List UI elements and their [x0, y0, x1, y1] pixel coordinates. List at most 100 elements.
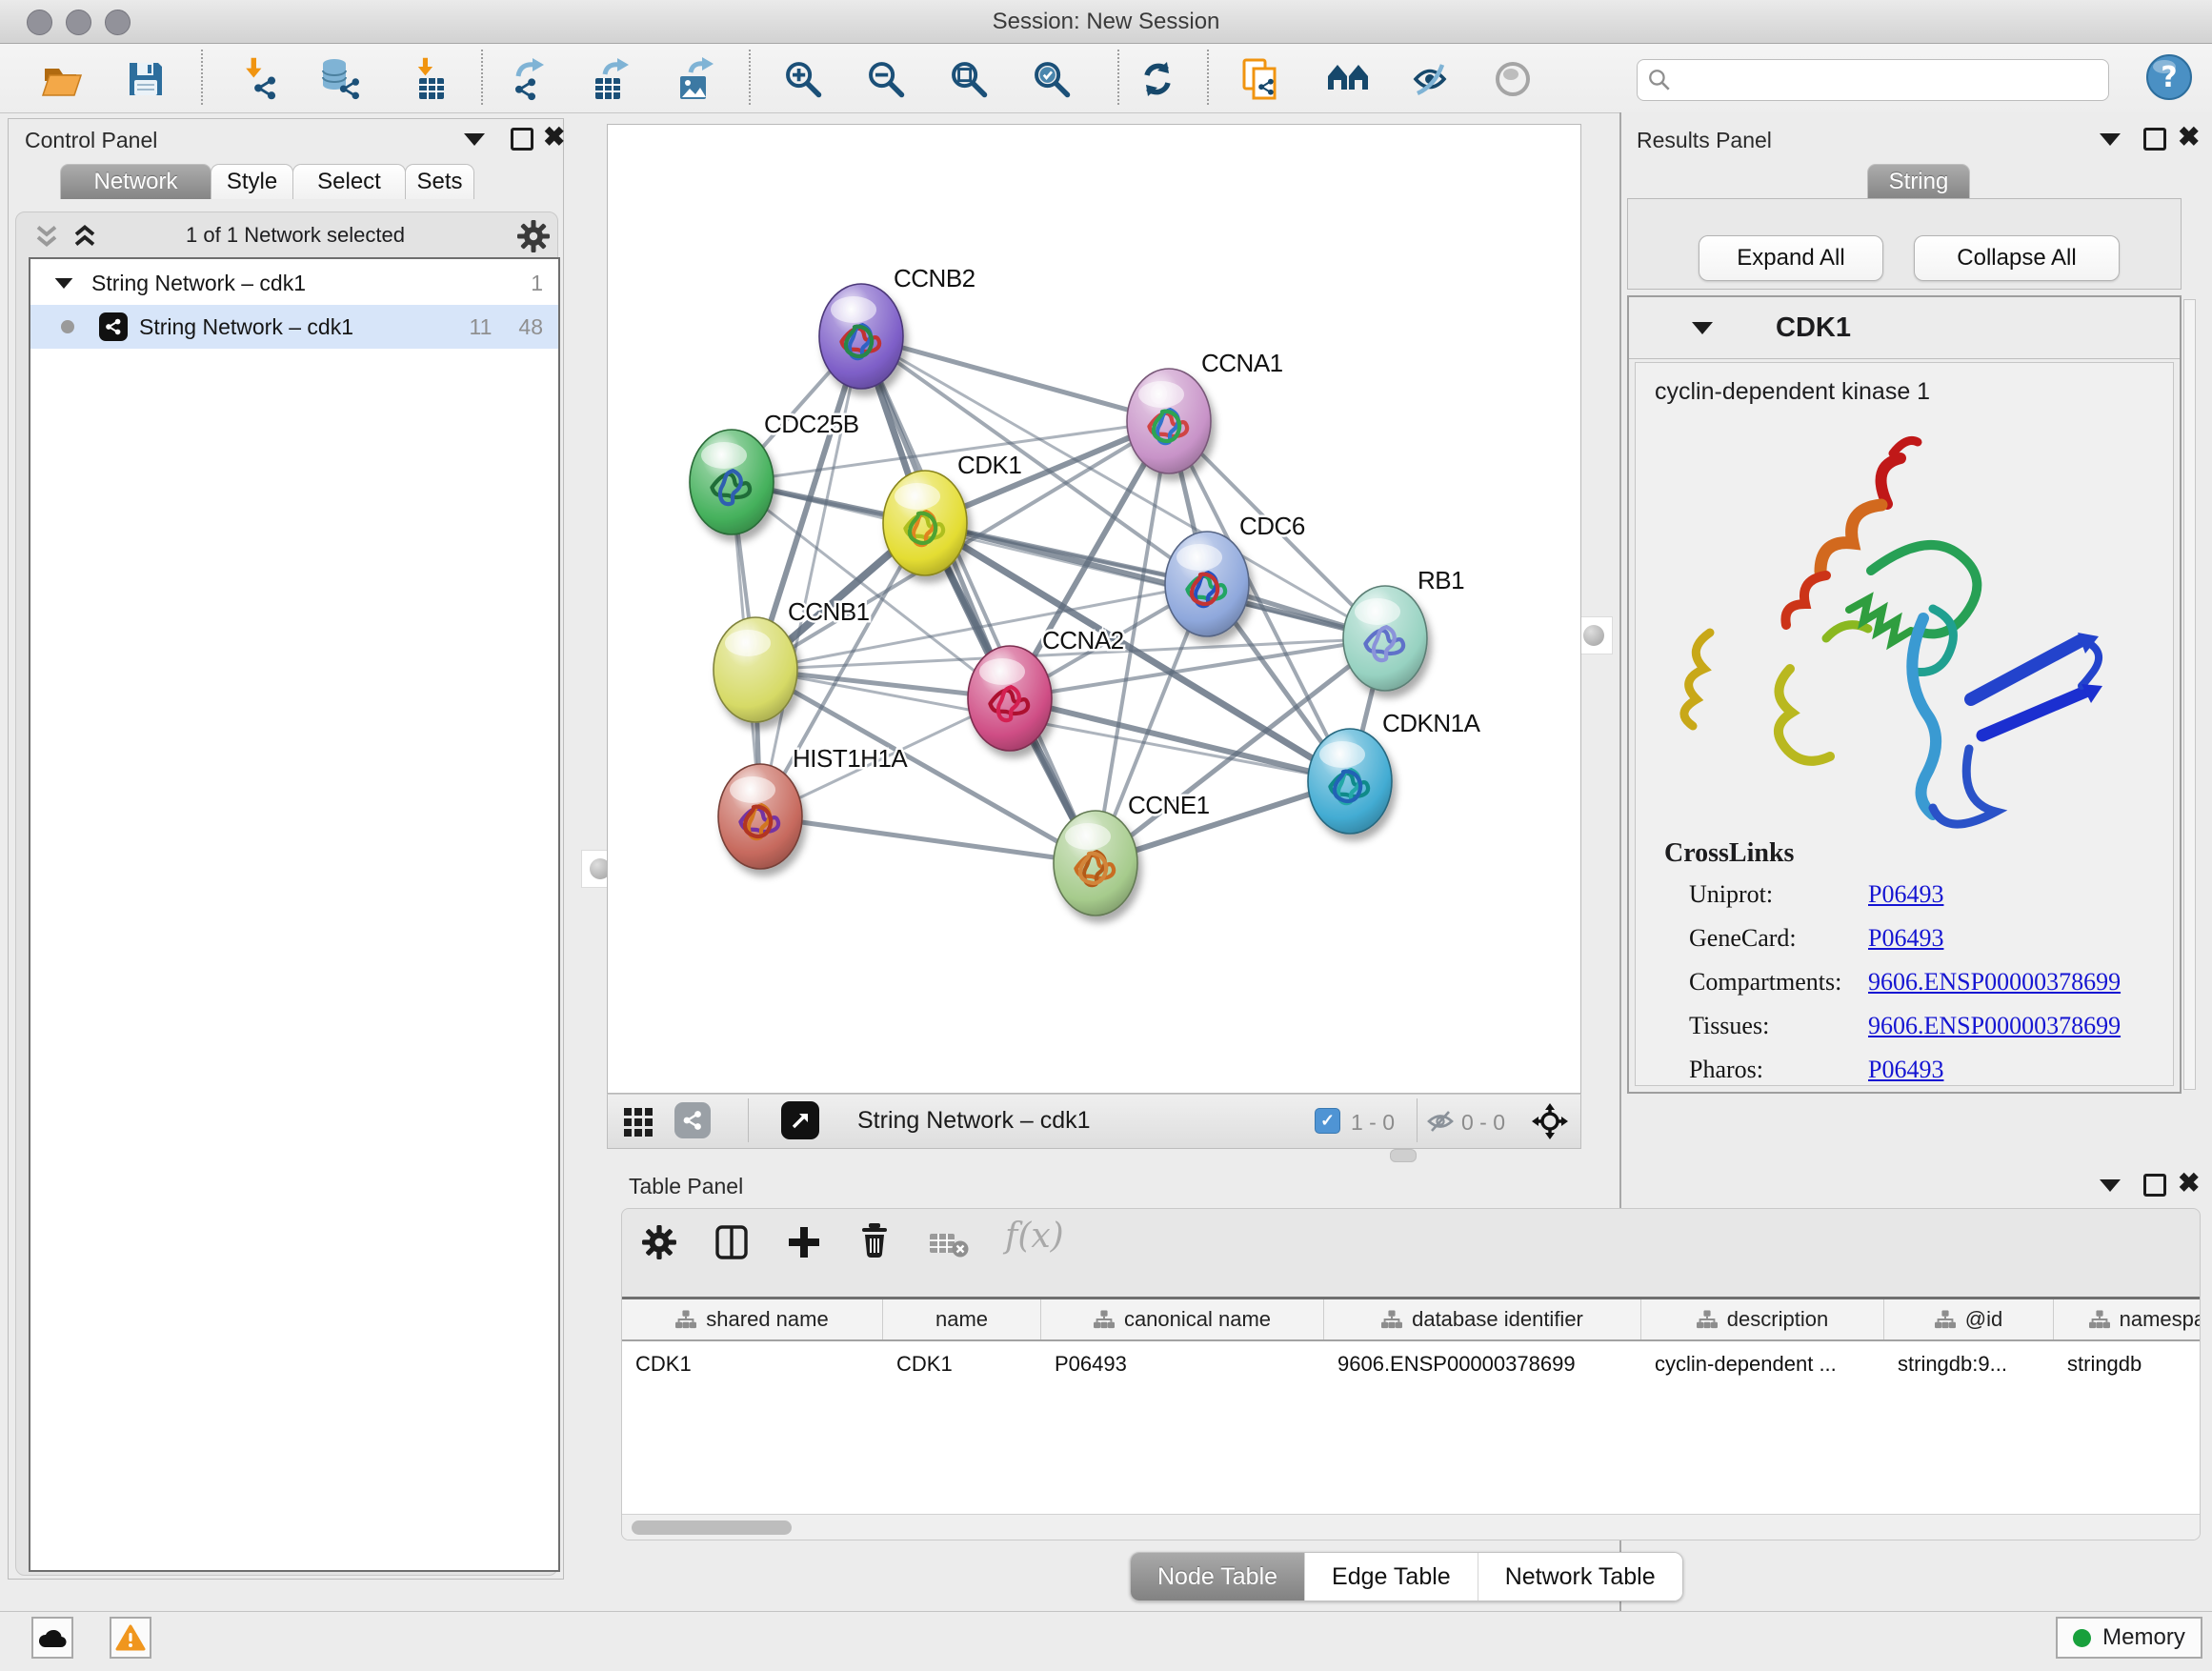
zoom-in-button[interactable]: [779, 55, 827, 103]
crosslink-link[interactable]: P06493: [1868, 880, 1943, 908]
control-panel-menu-icon[interactable]: [464, 133, 485, 146]
save-icon: [125, 58, 167, 100]
search-input[interactable]: [1672, 67, 2099, 93]
show-columns-icon[interactable]: [714, 1224, 750, 1265]
import-network-file-button[interactable]: [234, 55, 282, 103]
zoom-fit-button[interactable]: [945, 55, 993, 103]
save-session-button[interactable]: [122, 55, 170, 103]
show-all-button[interactable]: [1489, 55, 1537, 103]
graph-node-RB1[interactable]: RB1: [1343, 566, 1464, 691]
graph-node-CCNB2[interactable]: CCNB2: [819, 264, 975, 389]
result-entry-header[interactable]: CDK1: [1629, 297, 2180, 359]
tab-edge-table[interactable]: Edge Table: [1305, 1553, 1478, 1601]
network-selection-status: 1 of 1 Network selected: [114, 223, 476, 248]
crosslink-row: GeneCard:P06493: [1689, 916, 2173, 960]
export-network-button[interactable]: [505, 55, 553, 103]
delete-column-icon[interactable]: [856, 1222, 893, 1263]
column-header-@id[interactable]: @id: [1884, 1299, 2054, 1339]
graph-node-CDC6[interactable]: CDC6: [1165, 512, 1305, 636]
cloud-status-button[interactable]: [31, 1617, 73, 1659]
result-expander-icon[interactable]: [1692, 322, 1713, 334]
control-panel-close-icon[interactable]: ✖: [543, 126, 565, 149]
table-cell[interactable]: stringdb:9...: [1884, 1341, 2054, 1387]
memory-status-button[interactable]: Memory: [2056, 1617, 2202, 1659]
pan-crosshair-icon[interactable]: [1530, 1101, 1570, 1146]
crosslink-link[interactable]: 9606.ENSP00000378699: [1868, 968, 2121, 996]
tab-style[interactable]: Style: [211, 164, 293, 199]
tab-sets[interactable]: Sets: [405, 164, 474, 199]
refresh-button[interactable]: [1134, 55, 1181, 103]
table-cell[interactable]: CDK1: [622, 1341, 883, 1387]
tab-string[interactable]: String: [1867, 164, 1970, 199]
expand-all-networks-icon[interactable]: [70, 223, 99, 256]
network-row[interactable]: String Network – cdk1 11 48: [30, 305, 558, 349]
table-cell[interactable]: stringdb: [2054, 1341, 2200, 1387]
results-panel-menu-icon[interactable]: [2100, 133, 2121, 146]
table-hscrollbar-thumb[interactable]: [632, 1520, 792, 1535]
warning-status-button[interactable]: [110, 1617, 151, 1659]
results-panel-close-icon[interactable]: ✖: [2178, 126, 2200, 149]
tab-network-table[interactable]: Network Table: [1478, 1553, 1682, 1601]
edge-count: 48: [518, 314, 543, 340]
crosslink-link[interactable]: 9606.ENSP00000378699: [1868, 1012, 2121, 1039]
hide-selected-button[interactable]: [1406, 55, 1454, 103]
results-panel-float-icon[interactable]: [2143, 128, 2166, 151]
node-table: shared namenamecanonical namedatabase id…: [622, 1297, 2200, 1515]
column-header-canonical-name[interactable]: canonical name: [1041, 1299, 1324, 1339]
table-options-gear-icon[interactable]: [641, 1224, 677, 1265]
create-column-icon[interactable]: [786, 1224, 822, 1265]
table-row[interactable]: CDK1CDK1P064939606.ENSP00000378699cyclin…: [622, 1341, 2200, 1387]
results-scrollbar[interactable]: [2183, 299, 2196, 1090]
open-session-button[interactable]: [38, 55, 86, 103]
table-cell[interactable]: cyclin-dependent ...: [1641, 1341, 1884, 1387]
graph-node-CDKN1A[interactable]: CDKN1A: [1308, 709, 1481, 834]
network-share-view-icon[interactable]: [674, 1102, 711, 1138]
graph-node-HIST1H1A[interactable]: HIST1H1A: [718, 744, 908, 869]
network-collection-row[interactable]: String Network – cdk1 1: [30, 261, 558, 305]
first-neighbors-button[interactable]: [1324, 55, 1372, 103]
help-button[interactable]: ?: [2145, 53, 2193, 101]
expand-all-button[interactable]: Expand All: [1699, 235, 1883, 281]
crosslink-label: Compartments:: [1689, 968, 1868, 997]
export-table-button[interactable]: [588, 55, 635, 103]
birds-eye-view-icon[interactable]: [781, 1101, 819, 1139]
collapse-all-networks-icon[interactable]: [32, 223, 61, 256]
table-hscrollbar-track[interactable]: [622, 1514, 2200, 1540]
control-panel-float-icon[interactable]: [511, 128, 533, 151]
collapse-all-button[interactable]: Collapse All: [1914, 235, 2120, 281]
zoom-out-button[interactable]: [862, 55, 910, 103]
selected-nodes-checkbox[interactable]: ✓: [1315, 1108, 1340, 1134]
zoom-selected-button[interactable]: [1028, 55, 1076, 103]
table-cell[interactable]: CDK1: [883, 1341, 1041, 1387]
import-network-database-button[interactable]: [316, 55, 364, 103]
crosslink-link[interactable]: P06493: [1868, 924, 1943, 952]
column-header-name[interactable]: name: [883, 1299, 1041, 1339]
table-panel-close-icon[interactable]: ✖: [2178, 1172, 2200, 1195]
import-table-file-button[interactable]: [404, 55, 452, 103]
tab-node-table[interactable]: Node Table: [1131, 1553, 1305, 1601]
column-header-namespace[interactable]: namespace: [2054, 1299, 2200, 1339]
network-canvas[interactable]: CCNB2CCNA1CDC25BCDK1CDC6RB1CCNB1CCNA2CDK…: [607, 124, 1581, 1094]
graph-node-CCNE1[interactable]: CCNE1: [1054, 791, 1210, 916]
table-panel-float-icon[interactable]: [2143, 1174, 2166, 1197]
column-header-shared-name[interactable]: shared name: [622, 1299, 883, 1339]
table-panel-menu-icon[interactable]: [2100, 1179, 2121, 1192]
node-label-CCNE1: CCNE1: [1128, 791, 1210, 819]
table-cell[interactable]: P06493: [1041, 1341, 1324, 1387]
table-cell[interactable]: 9606.ENSP00000378699: [1324, 1341, 1641, 1387]
collection-expander-icon[interactable]: [55, 277, 73, 288]
column-header-database-identifier[interactable]: database identifier: [1324, 1299, 1641, 1339]
export-image-button[interactable]: [672, 55, 719, 103]
toolbar-separator: [749, 50, 751, 105]
memory-label: Memory: [2102, 1624, 2185, 1651]
graph-node-CCNA2[interactable]: CCNA2: [968, 626, 1124, 751]
tab-select[interactable]: Select: [292, 164, 406, 199]
horizontal-splitter-handle[interactable]: [1390, 1149, 1417, 1162]
tab-network[interactable]: Network: [60, 164, 211, 199]
crosslink-link[interactable]: P06493: [1868, 1056, 1943, 1083]
duplicate-network-button[interactable]: [1237, 55, 1284, 103]
column-header-description[interactable]: description: [1641, 1299, 1884, 1339]
network-options-gear-icon[interactable]: [516, 219, 551, 258]
grid-view-icon[interactable]: [624, 1108, 653, 1137]
node-label-CCNA1: CCNA1: [1201, 349, 1283, 377]
